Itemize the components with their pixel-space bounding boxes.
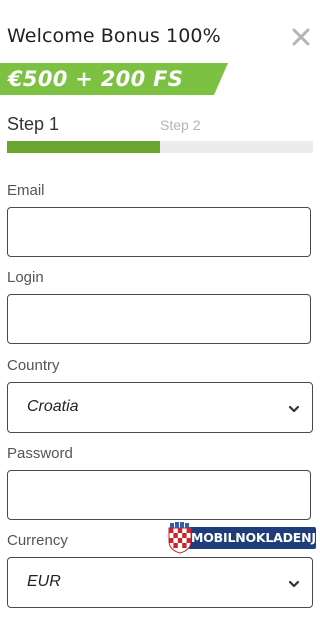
currency-label: Currency — [7, 532, 68, 549]
email-field[interactable] — [7, 207, 311, 257]
step-indicator: Step 1 Step 2 — [7, 114, 313, 154]
email-label: Email — [7, 182, 45, 199]
watermark-logo: MOBILNOKLADENJE — [166, 522, 320, 554]
croatian-crest-logo — [168, 522, 192, 554]
chevron-down-icon — [288, 577, 300, 589]
modal-header: Welcome Bonus 100% — [7, 25, 313, 51]
password-label: Password — [7, 445, 73, 462]
progress-track — [7, 141, 313, 153]
country-selected-value: Croatia — [27, 398, 79, 415]
step-next-label: Step 2 — [160, 117, 201, 133]
promo-banner: €500 + 200 FS — [0, 63, 228, 95]
watermark-text: MOBILNOKLADENJE — [191, 530, 320, 545]
close-icon[interactable] — [291, 27, 311, 47]
login-label: Login — [7, 269, 44, 286]
promo-text: €500 + 200 FS — [8, 67, 184, 91]
country-label: Country — [7, 357, 60, 374]
country-select[interactable]: Croatia — [7, 382, 313, 433]
currency-selected-value: EUR — [27, 573, 61, 590]
progress-fill — [7, 141, 160, 153]
login-field[interactable] — [7, 294, 311, 344]
step-current-label: Step 1 — [7, 114, 60, 134]
password-field[interactable] — [7, 470, 311, 520]
chevron-down-icon — [288, 402, 300, 414]
watermark-banner: MOBILNOKLADENJE — [188, 527, 320, 549]
modal-title: Welcome Bonus 100% — [7, 25, 221, 47]
currency-select[interactable]: EUR — [7, 557, 313, 608]
